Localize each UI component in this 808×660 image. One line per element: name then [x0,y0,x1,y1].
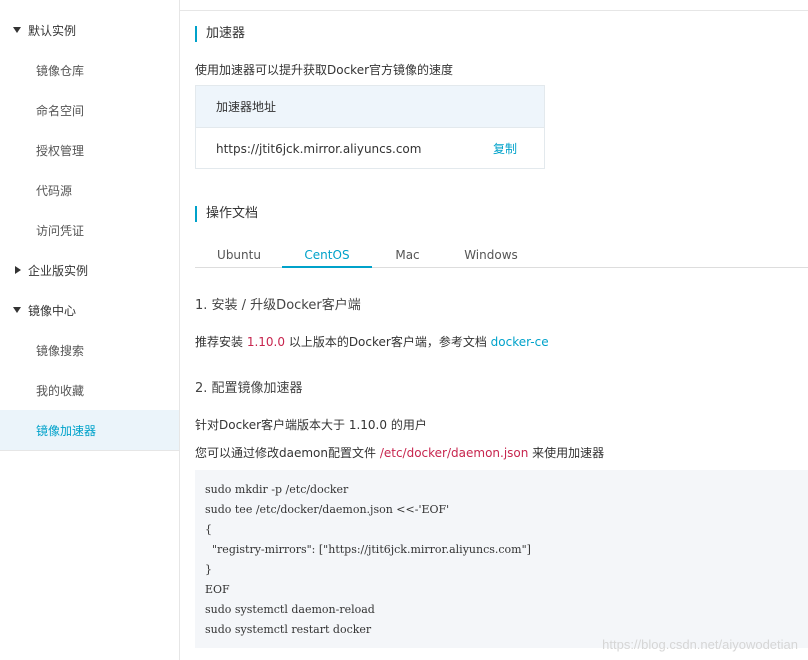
copy-button[interactable]: 复制 [493,140,517,157]
sidebar-item-image-repo[interactable]: 镜像仓库 [0,50,179,90]
docker-ce-link[interactable]: docker-ce [491,335,549,349]
step1-text-before: 推荐安装 [195,335,247,349]
step2-text-after: 来使用加速器 [528,446,605,460]
code-line: "registry-mirrors": ["https://jtit6jck.m… [205,543,531,556]
caret-down-icon [0,307,28,313]
nav-group-image-center[interactable]: 镜像中心 [0,290,179,330]
tab-ubuntu[interactable]: Ubuntu [210,244,268,267]
code-line: sudo mkdir -p /etc/docker [205,483,349,496]
sidebar-item-label: 镜像仓库 [36,63,85,78]
code-line: EOF [205,583,230,596]
step2-text-before: 您可以通过修改daemon配置文件 [195,446,380,460]
tab-centos[interactable]: CentOS [282,244,372,268]
main-content: 加速器 使用加速器可以提升获取Docker官方镜像的速度 加速器地址 https… [180,0,808,660]
sidebar-item-access-credential[interactable]: 访问凭证 [0,210,179,250]
sidebar-item-label: 命名空间 [36,103,85,118]
accelerator-address-table: 加速器地址 https://jtit6jck.mirror.aliyuncs.c… [195,85,545,169]
sidebar-item-label: 我的收藏 [36,383,85,398]
sidebar-item-label: 代码源 [36,183,73,198]
step1-text: 推荐安装 1.10.0 以上版本的Docker客户端，参考文档 docker-c… [195,333,549,350]
nav-group-label: 镜像中心 [28,303,77,318]
sidebar-divider [0,450,179,451]
sidebar-item-image-search[interactable]: 镜像搜索 [0,330,179,370]
caret-down-icon [0,27,28,33]
accelerator-description: 使用加速器可以提升获取Docker官方镜像的速度 [195,63,454,77]
step1-version: 1.10.0 [246,335,285,349]
code-line: sudo tee /etc/docker/daemon.json <<-'EOF… [205,503,450,516]
accelerator-address: https://jtit6jck.mirror.aliyuncs.com [216,141,422,156]
table-row: https://jtit6jck.mirror.aliyuncs.com 复制 [196,128,544,169]
code-line: } [205,563,212,576]
step1-title: 1. 安装 / 升级Docker客户端 [195,298,361,313]
sidebar-item-label: 授权管理 [36,143,85,158]
tab-mac[interactable]: Mac [385,244,430,267]
code-line: sudo systemctl daemon-reload [205,603,375,616]
table-header: 加速器地址 [196,86,544,128]
step2-title: 2. 配置镜像加速器 [195,381,303,396]
step2-text1: 针对Docker客户端版本大于 1.10.0 的用户 [195,418,427,432]
nav-group-enterprise-instance[interactable]: 企业版实例 [0,250,179,290]
step2-text2: 您可以通过修改daemon配置文件 /etc/docker/daemon.jso… [195,444,604,461]
docs-title: 操作文档 [195,206,258,222]
nav-group-default-instance[interactable]: 默认实例 [0,10,179,50]
sidebar-item-image-accelerator[interactable]: 镜像加速器 [0,410,179,450]
tab-windows[interactable]: Windows [457,244,525,267]
sidebar-item-label: 镜像搜索 [36,343,85,358]
code-block[interactable]: sudo mkdir -p /etc/docker sudo tee /etc/… [195,470,808,648]
sidebar-item-authorization[interactable]: 授权管理 [0,130,179,170]
nav-group-label: 企业版实例 [28,263,89,278]
nav-group-label: 默认实例 [28,23,77,38]
accelerator-title: 加速器 [195,26,245,42]
code-line: { [205,523,212,536]
watermark: https://blog.csdn.net/aiyowodetian [602,637,798,652]
caret-right-icon [0,266,28,274]
sidebar-item-my-favorites[interactable]: 我的收藏 [0,370,179,410]
table-header-label: 加速器地址 [216,100,277,114]
sidebar-item-label: 访问凭证 [36,223,85,238]
step1-text-after: 以上版本的Docker客户端，参考文档 [285,335,491,349]
sidebar-item-code-source[interactable]: 代码源 [0,170,179,210]
top-divider [180,10,808,11]
daemon-json-path: /etc/docker/daemon.json [379,446,529,460]
sidebar-item-namespace[interactable]: 命名空间 [0,90,179,130]
os-tabs: Ubuntu CentOS Mac Windows [195,244,808,268]
sidebar-item-label: 镜像加速器 [36,423,97,438]
sidebar: 默认实例 镜像仓库 命名空间 授权管理 代码源 访问凭证 企业版实例 镜像中心 … [0,0,180,660]
